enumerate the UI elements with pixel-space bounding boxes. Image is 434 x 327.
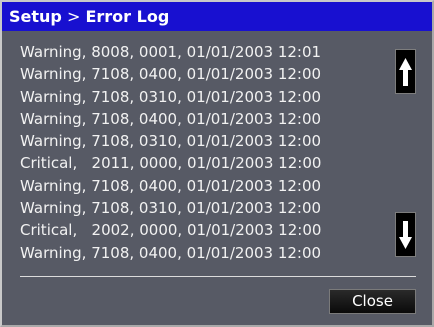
arrow-up-icon	[399, 57, 412, 86]
log-entry[interactable]: Warning, 7108, 0310, 01/01/2003 12:00	[20, 197, 380, 219]
scroll-up-button[interactable]	[395, 49, 416, 94]
title-separator: >	[66, 7, 81, 26]
title-section: Setup	[9, 7, 62, 26]
log-entry[interactable]: Warning, 7108, 0310, 01/01/2003 12:00	[20, 86, 380, 108]
log-entry[interactable]: Warning, 7108, 0400, 01/01/2003 12:00	[20, 175, 380, 197]
page-title: Error Log	[85, 7, 170, 26]
close-button[interactable]: Close	[329, 289, 416, 314]
log-entry[interactable]: Critical, 2011, 0000, 01/01/2003 12:00	[20, 152, 380, 174]
log-entry[interactable]: Warning, 8008, 0001, 01/01/2003 12:01	[20, 41, 380, 63]
divider	[20, 276, 416, 277]
error-log-list: Warning, 8008, 0001, 01/01/2003 12:01 Wa…	[20, 41, 380, 264]
arrow-down-icon	[399, 220, 412, 249]
log-entry[interactable]: Critical, 2002, 0000, 01/01/2003 12:00	[20, 219, 380, 241]
log-entry[interactable]: Warning, 7108, 0400, 01/01/2003 12:00	[20, 63, 380, 85]
log-entry[interactable]: Warning, 7108, 0400, 01/01/2003 12:00	[20, 242, 380, 264]
log-entry[interactable]: Warning, 7108, 0310, 01/01/2003 12:00	[20, 130, 380, 152]
log-entry[interactable]: Warning, 7108, 0400, 01/01/2003 12:00	[20, 108, 380, 130]
title-bar: Setup > Error Log	[2, 2, 432, 31]
scroll-down-button[interactable]	[395, 212, 416, 257]
error-log-window: Setup > Error Log Warning, 8008, 0001, 0…	[0, 0, 434, 327]
